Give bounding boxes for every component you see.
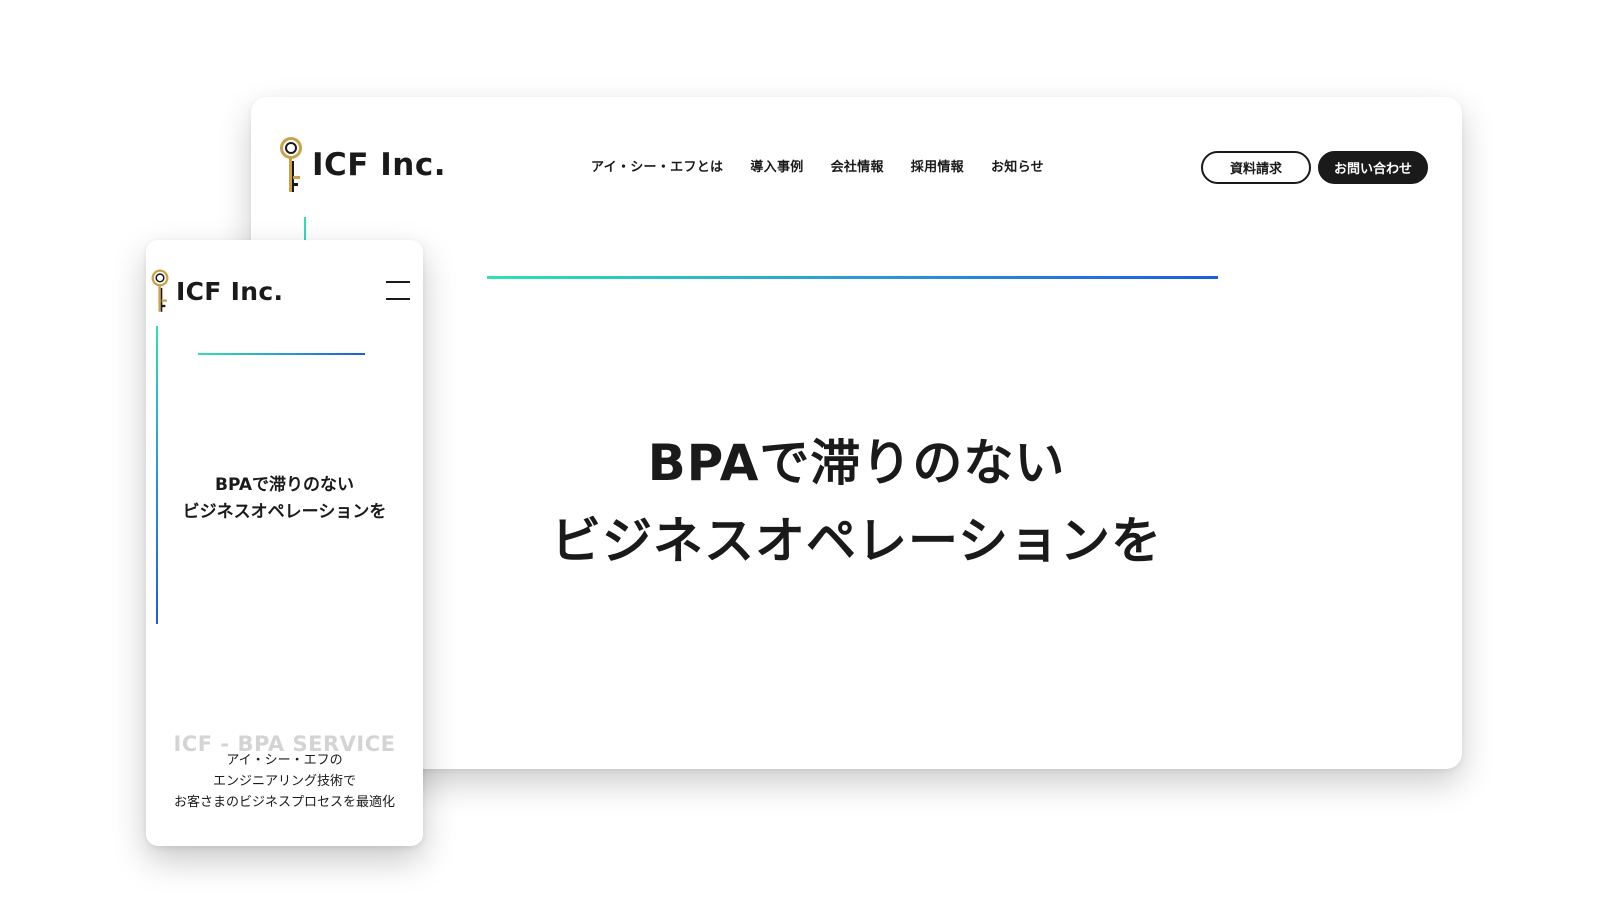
nav-item-recruit[interactable]: 採用情報 bbox=[911, 156, 964, 175]
header-logo[interactable]: ICF Inc. bbox=[278, 136, 446, 194]
mobile-hero-subtext: アイ・シー・エフの エンジニアリング技術で お客さまのビジネスプロセスを最適化 bbox=[146, 750, 423, 813]
accent-gradient-line bbox=[198, 353, 365, 355]
hamburger-menu-icon[interactable] bbox=[386, 279, 410, 301]
nav-item-company[interactable]: 会社情報 bbox=[831, 156, 884, 175]
nav-item-about[interactable]: アイ・シー・エフとは bbox=[591, 156, 723, 175]
hero-headline: BPAで滞りのない ビジネスオペレーションを bbox=[251, 424, 1462, 580]
mobile-subtext-line1: アイ・シー・エフの bbox=[226, 753, 343, 768]
mobile-subtext-line2: エンジニアリング技術で bbox=[212, 774, 356, 789]
mobile-subtext-line3: お客さまのビジネスプロセスを最適化 bbox=[173, 795, 395, 810]
mobile-header-logo[interactable]: ICF Inc. bbox=[150, 267, 283, 315]
key-icon bbox=[280, 137, 302, 192]
mobile-hero-headline-line2: ビジネスオペレーションを bbox=[182, 502, 387, 522]
contact-button[interactable]: お問い合わせ bbox=[1318, 151, 1428, 184]
key-icon bbox=[151, 269, 169, 312]
nav-item-news[interactable]: お知らせ bbox=[991, 156, 1044, 175]
mobile-preview: ICF Inc. BPAで滞りのない ビジネスオペレーションを ICF - BP… bbox=[146, 240, 423, 846]
mobile-hero-headline-line1: BPAで滞りのない bbox=[214, 475, 354, 495]
nav-item-case-studies[interactable]: 導入事例 bbox=[750, 156, 803, 175]
logo-text: ICF Inc. bbox=[312, 147, 447, 183]
mobile-hero-headline: BPAで滞りのない ビジネスオペレーションを bbox=[146, 472, 423, 526]
hero-headline-line1: BPAで滞りのない bbox=[647, 434, 1066, 492]
main-nav: アイ・シー・エフとは 導入事例 会社情報 採用情報 お知らせ bbox=[591, 156, 1044, 175]
accent-gradient-line bbox=[487, 276, 1218, 279]
desktop-preview: ICF Inc. アイ・シー・エフとは 導入事例 会社情報 採用情報 お知らせ … bbox=[251, 97, 1462, 769]
logo-text: ICF Inc. bbox=[176, 276, 284, 306]
request-docs-button[interactable]: 資料請求 bbox=[1201, 151, 1311, 184]
hero-headline-line2: ビジネスオペレーションを bbox=[551, 512, 1162, 570]
